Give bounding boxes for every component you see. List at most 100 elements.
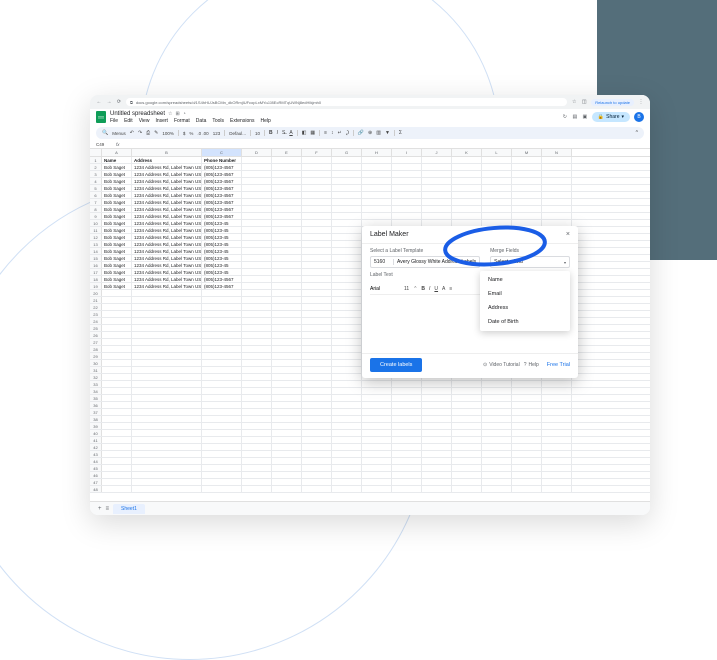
cell[interactable]: Bob Saget	[102, 164, 132, 170]
cell[interactable]	[272, 304, 302, 310]
cell[interactable]	[362, 213, 392, 219]
menu-tools[interactable]: Tools	[212, 118, 224, 124]
cell[interactable]	[332, 451, 362, 457]
cell[interactable]	[452, 437, 482, 443]
cell[interactable]	[242, 290, 272, 296]
cell[interactable]	[242, 346, 272, 352]
cell[interactable]	[452, 479, 482, 485]
cell[interactable]: (805)123-4567	[202, 185, 242, 191]
cell[interactable]	[332, 339, 362, 345]
cell[interactable]: 1234 Address Rd, Label Town USA	[132, 248, 202, 254]
cell[interactable]	[452, 157, 482, 163]
cell[interactable]	[302, 206, 332, 212]
row-number[interactable]: 28	[90, 346, 102, 352]
row-number[interactable]: 36	[90, 402, 102, 408]
cell[interactable]	[332, 234, 362, 240]
cell[interactable]	[422, 451, 452, 457]
cell[interactable]	[302, 283, 332, 289]
row-number[interactable]: 19	[90, 283, 102, 289]
cell[interactable]	[272, 297, 302, 303]
cell[interactable]	[302, 451, 332, 457]
cell[interactable]	[482, 423, 512, 429]
comment-icon[interactable]: ⊕	[368, 130, 372, 136]
cell[interactable]	[132, 388, 202, 394]
column-header[interactable]: I	[392, 149, 422, 156]
cell[interactable]	[482, 451, 512, 457]
cell[interactable]	[542, 409, 572, 415]
cell[interactable]	[512, 388, 542, 394]
cell[interactable]	[362, 206, 392, 212]
cell[interactable]: Bob Saget	[102, 227, 132, 233]
cell[interactable]	[542, 185, 572, 191]
cell[interactable]	[482, 472, 512, 478]
cell[interactable]	[332, 402, 362, 408]
cell[interactable]	[392, 451, 422, 457]
cell[interactable]	[302, 311, 332, 317]
cell[interactable]	[242, 283, 272, 289]
cell[interactable]: 1234 Address Rd, Label Town USA	[132, 234, 202, 240]
cell[interactable]	[362, 472, 392, 478]
cell[interactable]	[272, 220, 302, 226]
cell[interactable]	[392, 192, 422, 198]
cell[interactable]	[242, 395, 272, 401]
row-number[interactable]: 27	[90, 339, 102, 345]
cell[interactable]	[362, 416, 392, 422]
cell[interactable]	[332, 297, 362, 303]
cell[interactable]	[102, 311, 132, 317]
text-color-icon[interactable]: A	[442, 286, 445, 292]
cell[interactable]	[392, 472, 422, 478]
cell[interactable]	[422, 437, 452, 443]
column-header[interactable]: K	[452, 149, 482, 156]
cell[interactable]	[422, 381, 452, 387]
cell[interactable]	[132, 465, 202, 471]
cell[interactable]	[422, 409, 452, 415]
cell[interactable]	[542, 178, 572, 184]
cell[interactable]	[272, 255, 302, 261]
italic-icon[interactable]: I	[429, 286, 430, 292]
cell[interactable]: Bob Saget	[102, 213, 132, 219]
cell[interactable]: (805)123-4567	[202, 164, 242, 170]
cell[interactable]	[272, 395, 302, 401]
cell[interactable]	[242, 451, 272, 457]
cell[interactable]	[452, 444, 482, 450]
cell[interactable]	[542, 430, 572, 436]
cell[interactable]	[272, 283, 302, 289]
cell[interactable]	[542, 486, 572, 492]
cell[interactable]	[422, 430, 452, 436]
cell[interactable]: (805)123-45	[202, 248, 242, 254]
cell[interactable]	[272, 416, 302, 422]
strikethrough-icon[interactable]: S̶	[282, 130, 285, 136]
column-header[interactable]: D	[242, 149, 272, 156]
cell[interactable]: 1234 Address Rd, Label Town USA	[132, 227, 202, 233]
cell[interactable]: 1234 Address Rd, Label Town USA	[132, 192, 202, 198]
cell[interactable]	[272, 206, 302, 212]
cell[interactable]: (805)123-4567	[202, 213, 242, 219]
cell[interactable]	[272, 409, 302, 415]
cell[interactable]	[202, 360, 242, 366]
cell[interactable]	[272, 276, 302, 282]
all-sheets-button[interactable]: ≡	[106, 506, 110, 512]
cell[interactable]	[542, 164, 572, 170]
cell[interactable]	[512, 213, 542, 219]
forward-icon[interactable]: →	[106, 99, 112, 105]
cell[interactable]	[332, 255, 362, 261]
cell[interactable]	[242, 304, 272, 310]
cell[interactable]	[332, 388, 362, 394]
cell[interactable]	[332, 227, 362, 233]
column-header[interactable]: E	[272, 149, 302, 156]
cell[interactable]	[422, 458, 452, 464]
cell[interactable]	[242, 255, 272, 261]
column-header[interactable]: G	[332, 149, 362, 156]
cell[interactable]	[242, 227, 272, 233]
cell[interactable]	[202, 290, 242, 296]
cell[interactable]	[332, 304, 362, 310]
cell[interactable]: 1234 Address Rd, Label Town USA	[132, 213, 202, 219]
cell[interactable]: (805)123-4567	[202, 171, 242, 177]
cell[interactable]	[512, 192, 542, 198]
cell[interactable]	[302, 255, 332, 261]
underline-icon[interactable]: U	[434, 286, 438, 292]
cell[interactable]	[542, 395, 572, 401]
cell[interactable]	[362, 199, 392, 205]
cell[interactable]	[302, 339, 332, 345]
move-icon[interactable]: ⊞	[176, 111, 180, 117]
